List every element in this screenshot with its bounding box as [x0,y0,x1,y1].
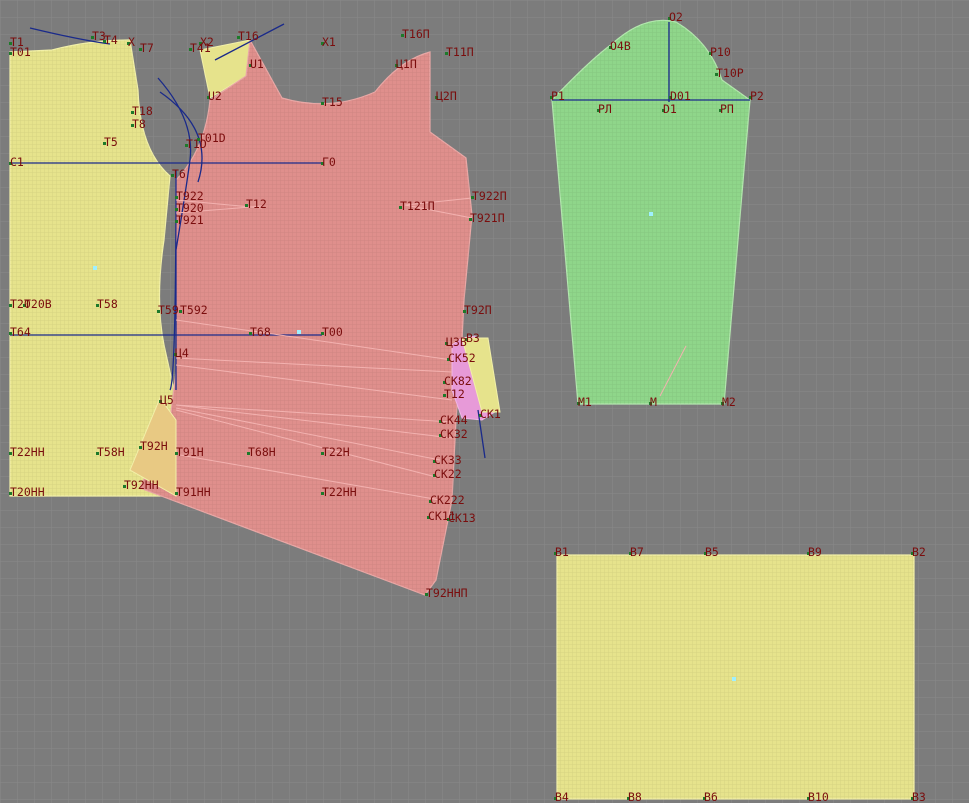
back-centre-point [93,266,97,270]
label-PP: PП [720,102,734,116]
label-T5: T5 [104,135,118,149]
label-P2: P2 [750,89,764,103]
label-T92P: T92П [464,303,492,317]
label-T921: T921 [176,213,204,227]
label-T921P: T921П [470,211,505,225]
label-T01: T01 [10,45,31,59]
label-CK13: CK13 [448,511,476,525]
label-T20HH: T20HH [10,485,45,499]
label-T18: T18 [132,104,153,118]
label-T922P: T922П [472,189,507,203]
label-T22H: T22H [322,445,350,459]
label-T91H: T91H [176,445,204,459]
label-G0: Г0 [322,155,336,169]
label-CK44: CK44 [440,413,468,427]
label-T4: T4 [104,33,118,47]
label-T121P: T121П [400,199,435,213]
label-T22HH-front: T22HH [322,485,357,499]
label-T41: T41 [190,41,211,55]
label-M2: M2 [722,395,736,409]
label-T92H: T92H [140,439,168,453]
label-X: X [128,35,135,49]
label-B3: B3 [466,331,480,345]
label-T68: T68 [250,325,271,339]
label-B2: B2 [912,545,926,559]
label-B10: B10 [808,790,829,803]
label-T16: T16 [238,29,259,43]
label-T12: T12 [246,197,267,211]
label-T12-side: T12 [444,387,465,401]
label-T6: T6 [172,167,186,181]
label-T8: T8 [132,117,146,131]
label-U2P: Ц2П [436,89,457,103]
label-T22HH: T22HH [10,445,45,459]
label-T58H: T58H [97,445,125,459]
label-B5: B5 [705,545,719,559]
pattern-drawing[interactable]: T1 T01 T3 T4 X T7 T18 T8 T5 C1 T6 T20 T2… [0,0,969,803]
label-T92HH: T92HH [124,478,159,492]
label-B3-rect: B3 [912,790,926,803]
label-T7: T7 [140,41,154,55]
label-CK33: CK33 [434,453,462,467]
label-T20B: T20B [24,297,52,311]
label-B7: B7 [630,545,644,559]
label-T592: T592 [180,303,208,317]
label-P10: P10 [710,45,731,59]
label-CK52: CK52 [448,351,476,365]
label-M1: M1 [578,395,592,409]
label-C1: C1 [10,155,24,169]
label-D01: D01 [670,89,691,103]
label-T68H: T68H [248,445,276,459]
label-D1: D1 [663,102,677,116]
label-O4B: O4B [610,39,631,53]
rectangle-centre-point [732,677,736,681]
label-T10P: T10P [716,66,744,80]
label-PL: PЛ [598,102,612,116]
label-T59: T59 [158,303,179,317]
label-O2: O2 [669,10,683,24]
front-centre-point [297,330,301,334]
label-U2: U2 [208,89,222,103]
label-T92HHP: T92ННП [426,586,468,600]
label-X1: X1 [322,35,336,49]
label-U1: U1 [250,57,264,71]
label-T11P: T11П [446,45,474,59]
label-M: M [650,395,657,409]
sleeve-centre-point [649,212,653,216]
label-T1D: T1D [186,137,207,151]
label-CK32: CK32 [440,427,468,441]
pattern-canvas[interactable]: T1 T01 T3 T4 X T7 T18 T8 T5 C1 T6 T20 T2… [0,0,969,803]
label-U3B: Ц3B [446,335,467,349]
label-B9: B9 [808,545,822,559]
label-B8: B8 [628,790,642,803]
label-U5: Ц5 [160,393,174,407]
label-U4: Ц4 [175,346,189,360]
label-T00: T00 [322,325,343,339]
label-P1: P1 [551,89,565,103]
label-B6: B6 [704,790,718,803]
label-B4: B4 [555,790,569,803]
label-CK222: CK222 [430,493,465,507]
label-T15: T15 [322,95,343,109]
label-T64: T64 [10,325,31,339]
label-T91HH: T91HH [176,485,211,499]
label-U1P: Ц1П [396,57,417,71]
label-T16P: T16П [402,27,430,41]
label-CK22: CK22 [434,467,462,481]
label-CK82: CK82 [444,374,472,388]
label-B1: B1 [555,545,569,559]
label-T58: T58 [97,297,118,311]
label-CK1: CK1 [480,407,501,421]
